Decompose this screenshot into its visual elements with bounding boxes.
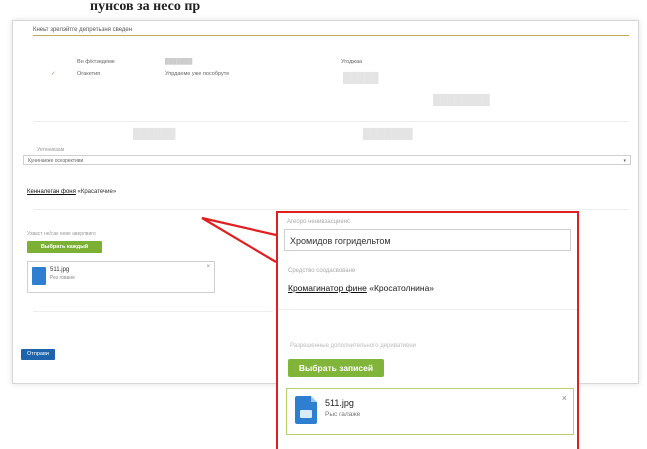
zoom-counterparty-name: «Кросатолнина» [369,283,435,293]
zoom-link-row: Кромагинатор фине «Кросатолнина» [288,283,434,293]
zoom-file-status: Рыс галаже [325,411,361,418]
picture-glyph [300,410,312,418]
table-header-cell: Угоджаа [341,59,363,65]
divider [33,121,629,122]
zoom-choose-file-button[interactable]: Выбрать записей [288,359,384,377]
counterparty-link[interactable]: Кенналеган фоня [27,189,76,195]
counterparty-name: «Красатечие» [77,189,117,195]
image-file-icon [295,396,317,424]
zoom-attached-file-card[interactable]: 511.jpg Рыс галаже × [286,388,574,435]
top-caption: пунсов за несо пр [90,0,201,14]
zoom-field-label: Агеоро ненивзасциенс [287,219,351,225]
divider [33,311,273,312]
image-file-icon [32,267,46,285]
divider [33,209,629,210]
faded-text: ███████ [363,129,413,140]
section-divider [33,35,629,36]
faded-text: ████████ [433,95,490,106]
chevron-down-icon: ▾ [623,158,626,164]
table-header-cell: ███████ [165,59,193,65]
faded-text: ██████ [133,129,176,140]
zoom-counterparty-link[interactable]: Кромагинатор фине [288,283,367,293]
check-icon: ✓ [51,71,56,77]
section-title: Кнеьт зрелэйтге депретьзня сведен [33,27,133,33]
close-icon[interactable]: × [206,264,210,270]
zoom-callout: Агеоро ненивзасциенс Хромидов гогридельт… [276,211,579,449]
zoom-link-label: Средство соодасвоване [288,268,356,274]
zoom-text-input[interactable]: Хромидов гогридельтом [284,229,571,251]
zoom-upload-label: Разрешенные дополнительного деривативни [290,343,417,349]
choose-file-button[interactable]: Выбрать каждый [27,241,102,253]
upload-label: Ухваст не/сак неве аверлвиго [27,231,96,237]
type-select[interactable]: Кунинаеже осезрективи ▾ [23,155,631,165]
file-status: Рез говане [50,275,75,281]
faded-text: █████ [343,73,379,84]
file-name: 511.jpg [50,267,70,273]
table-cell: Огакетия [77,71,101,77]
close-icon[interactable]: × [562,393,567,403]
submit-button[interactable]: Отправи [21,349,55,360]
select-label: Уетенивзам [37,147,65,153]
table-cell: Упрдаеме уже пособруте [165,71,230,77]
table-header-cell: Вн ф/ктзедеме [77,59,115,65]
select-value: Кунинаеже осезрективи [28,158,84,164]
zoom-file-name: 511.jpg [325,398,354,408]
counterparty-link-row: Кенналеган фоня «Красатечие» [27,189,116,195]
attached-file-card[interactable]: 511.jpg Рез говане × [27,261,215,293]
zoom-divider [278,309,577,310]
